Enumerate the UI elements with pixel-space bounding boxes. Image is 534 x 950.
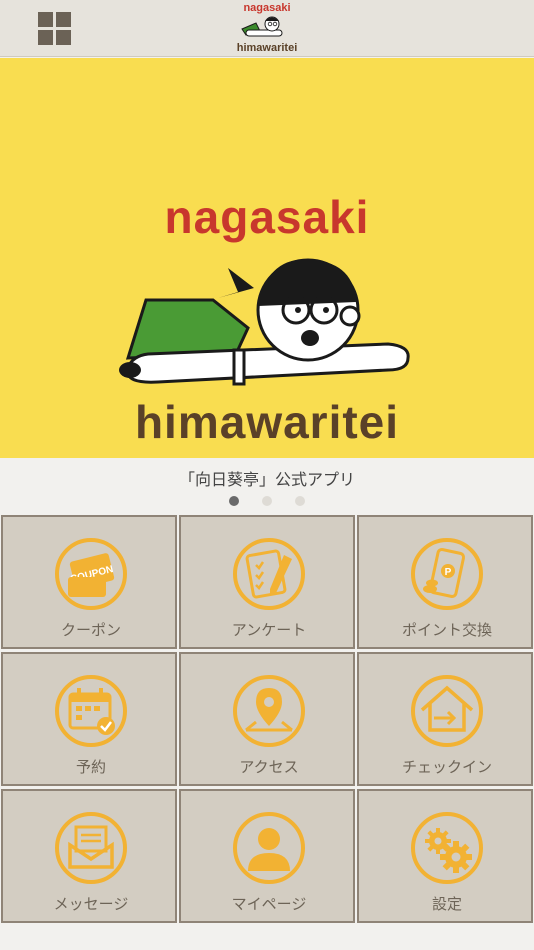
menu-label-access: アクセス — [239, 758, 299, 776]
menu-tile-coupon[interactable]: COUPON クーポン — [1, 515, 177, 649]
map-pin-icon — [233, 675, 305, 747]
banner-caption: 「向日葵亭」公式アプリ — [178, 470, 355, 489]
carousel-dot-1[interactable] — [229, 496, 239, 506]
menu-label-coupon: クーポン — [60, 621, 121, 639]
reservation-calendar-icon — [55, 675, 127, 747]
carousel-dot-3[interactable] — [295, 496, 305, 506]
banner-caption-area: 「向日葵亭」公式アプリ — [0, 458, 534, 514]
menu-label-settings: 設定 — [431, 895, 462, 913]
menu-label-points: ポイント交換 — [401, 621, 492, 639]
menu-tile-mypage[interactable]: マイページ — [179, 789, 355, 923]
user-icon — [233, 812, 305, 884]
menu-tile-points[interactable]: P ポイント交換 — [357, 515, 533, 649]
banner-title-bottom: himawaritei — [134, 396, 400, 448]
coupon-icon: COUPON — [55, 538, 127, 610]
menu-label-survey: アンケート — [231, 621, 307, 639]
menu-label-mypage: マイページ — [231, 895, 307, 913]
grid-menu-icon[interactable] — [38, 12, 72, 46]
checkin-icon — [411, 675, 483, 747]
mascot-small-icon — [241, 16, 283, 37]
menu-label-reservation: 予約 — [75, 758, 106, 776]
message-icon — [55, 812, 127, 884]
flying-mascot-illustration — [119, 258, 410, 386]
survey-icon — [233, 538, 305, 610]
menu-tile-reservation[interactable]: 予約 — [1, 652, 177, 786]
carousel-dot-2[interactable] — [262, 496, 272, 506]
header-logo-bottom: himawaritei — [236, 42, 298, 54]
menu-label-checkin: チェックイン — [401, 758, 492, 776]
menu-tile-access[interactable]: アクセス — [179, 652, 355, 786]
svg-text:P: P — [445, 567, 452, 578]
point-exchange-icon: P — [411, 538, 483, 610]
menu-tile-checkin[interactable]: チェックイン — [357, 652, 533, 786]
settings-gear-icon — [411, 812, 483, 884]
header-logo: nagasaki himawaritei — [222, 2, 312, 56]
menu-grid: COUPON クーポン アンケート P ポイント交換 予約 アクセス チェックイ… — [0, 514, 534, 950]
carousel-indicator — [229, 496, 309, 506]
top-bar: nagasaki himawaritei — [0, 0, 534, 57]
header-logo-top: nagasaki — [243, 2, 291, 14]
menu-tile-message[interactable]: メッセージ — [1, 789, 177, 923]
hero-banner[interactable]: nagasaki himawaritei — [0, 58, 534, 458]
menu-label-message: メッセージ — [53, 895, 129, 913]
banner-title-top: nagasaki — [164, 191, 370, 243]
menu-tile-settings[interactable]: 設定 — [357, 789, 533, 923]
menu-tile-survey[interactable]: アンケート — [179, 515, 355, 649]
